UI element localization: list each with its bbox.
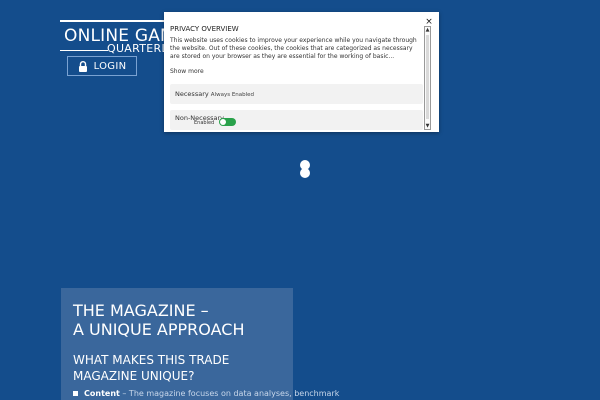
logo-bottom-rule xyxy=(60,50,108,51)
login-label: LOGIN xyxy=(93,60,127,72)
logo-top-rule xyxy=(60,20,170,22)
category-label: Necessary Always Enabled xyxy=(175,90,254,98)
loader-dot-bottom xyxy=(300,168,310,178)
panel-title: THE MAGAZINE – A UNIQUE APPROACH xyxy=(73,301,245,339)
panel-subtitle: WHAT MAKES THIS TRADE MAGAZINE UNIQUE? xyxy=(73,353,230,383)
cookie-consent-modal: × PRIVACY OVERVIEW This website uses coo… xyxy=(164,12,439,132)
show-more-link[interactable]: Show more xyxy=(170,68,204,76)
lock-icon xyxy=(78,60,87,72)
scroll-down-arrow-icon[interactable]: ▼ xyxy=(425,123,430,129)
list-item-label: Content xyxy=(84,389,120,398)
always-enabled-note: Always Enabled xyxy=(210,92,255,98)
scroll-thumb[interactable] xyxy=(426,35,429,119)
loading-spinner xyxy=(298,160,312,180)
list-item: Content – The magazine focuses on data a… xyxy=(73,388,339,399)
square-bullet-icon xyxy=(73,391,78,396)
list-item-text: – The magazine focuses on data analyses,… xyxy=(119,389,340,398)
modal-scrollbar[interactable]: ▲ ▼ xyxy=(424,26,431,130)
login-button[interactable]: LOGIN xyxy=(67,56,137,76)
toggle-label: Enabled xyxy=(194,120,215,126)
magazine-panel: THE MAGAZINE – A UNIQUE APPROACH WHAT MA… xyxy=(61,288,339,400)
modal-title: PRIVACY OVERVIEW xyxy=(170,25,239,33)
site-logo[interactable]: ONLINE GAMI QUARTERLY xyxy=(60,20,180,55)
modal-description: This website uses cookies to improve you… xyxy=(170,37,417,60)
close-button[interactable]: × xyxy=(425,18,433,27)
scroll-up-arrow-icon[interactable]: ▲ xyxy=(425,27,430,33)
cookie-category-non-necessary[interactable]: Non-Necessary Enabled xyxy=(170,110,423,130)
non-necessary-toggle[interactable] xyxy=(219,118,236,126)
category-name: Necessary xyxy=(175,90,209,98)
cookie-category-necessary[interactable]: Necessary Always Enabled xyxy=(170,84,423,104)
